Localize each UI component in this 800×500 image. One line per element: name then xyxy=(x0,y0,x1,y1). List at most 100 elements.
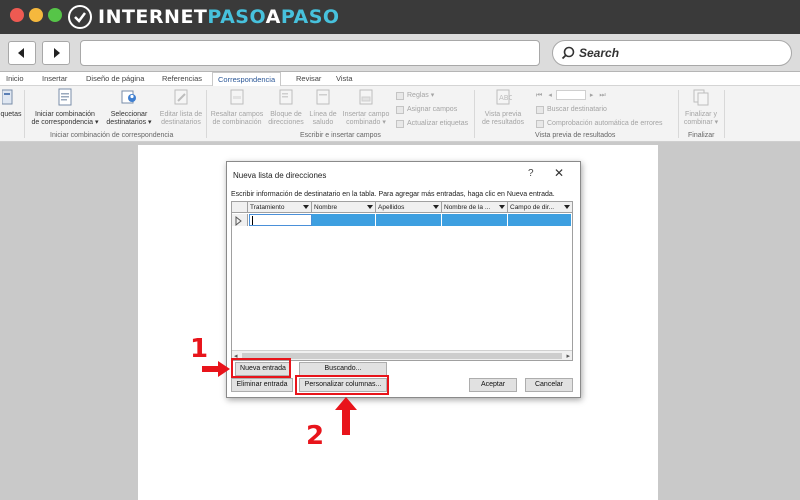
bloque-direcciones-button[interactable]: Bloque de direcciones xyxy=(265,88,307,127)
reglas-button[interactable]: Reglas ▾ xyxy=(396,91,434,100)
forward-button[interactable] xyxy=(42,41,70,65)
actualizar-etiquetas-button[interactable]: Actualizar etiquetas xyxy=(396,119,468,128)
logo-text: INTERNETPASOAPASO xyxy=(98,6,340,28)
tab-inicio[interactable]: Inicio xyxy=(6,72,24,86)
minimize-window-button[interactable] xyxy=(29,8,43,22)
record-number-field[interactable] xyxy=(555,90,586,100)
site-logo: INTERNETPASOAPASO xyxy=(68,4,340,30)
browser-navbar: Search xyxy=(0,34,800,72)
row-selector[interactable] xyxy=(232,214,248,227)
arrow-right-icon xyxy=(54,48,60,58)
finish-merge-icon xyxy=(693,89,709,106)
first-record-icon[interactable]: ⏮ xyxy=(536,91,542,100)
grid-corner xyxy=(232,202,248,213)
recipients-icon xyxy=(121,90,136,104)
search-bar[interactable]: Search xyxy=(552,40,792,66)
row-pointer-icon xyxy=(235,215,242,227)
finalizar-combinar-button[interactable]: Finalizar y combinar ▾ xyxy=(680,88,722,127)
tab-correspondencia[interactable]: Correspondencia xyxy=(212,72,282,87)
arrow-up-icon xyxy=(335,397,357,435)
match-fields-icon xyxy=(396,105,404,114)
grid-cell[interactable] xyxy=(376,214,442,226)
column-dropdown-icon xyxy=(433,205,439,209)
logo-check-icon xyxy=(68,5,92,29)
highlight-personalizar xyxy=(295,375,389,395)
editar-lista-button[interactable]: Editar lista de destinatarios xyxy=(155,88,207,127)
arrow-right-icon xyxy=(202,361,230,377)
grid-header: Tratamiento Nombre Apellidos Nombre de l… xyxy=(232,202,572,213)
greeting-line-icon xyxy=(316,89,330,105)
column-header[interactable]: Campo de dir... xyxy=(508,202,572,213)
document-merge-icon xyxy=(58,88,72,106)
rules-icon xyxy=(396,91,404,100)
group-label-finalizar: Finalizar xyxy=(688,132,715,139)
browser-titlebar: INTERNETPASOAPASO xyxy=(0,0,800,34)
back-button[interactable] xyxy=(8,41,36,65)
maximize-window-button[interactable] xyxy=(48,8,62,22)
group-label-escribir: Escribir e insertar campos xyxy=(300,132,381,139)
cancelar-button[interactable]: Cancelar xyxy=(525,378,573,392)
resaltar-campos-button[interactable]: Resaltar campos de combinación xyxy=(208,88,266,127)
preview-results-icon: ABC xyxy=(496,89,513,105)
column-header[interactable]: Nombre xyxy=(312,202,376,213)
aceptar-button[interactable]: Aceptar xyxy=(469,378,517,392)
tab-referencias[interactable]: Referencias xyxy=(162,72,202,86)
find-recipient-icon xyxy=(536,105,544,114)
seleccionar-destinatarios-button[interactable]: Seleccionar destinatarios ▾ xyxy=(100,88,158,127)
help-button[interactable]: ? xyxy=(528,168,534,179)
group-label-vista-previa: Vista previa de resultados xyxy=(535,132,616,139)
last-record-icon[interactable]: ⏭ xyxy=(599,91,605,100)
tab-diseno-pagina[interactable]: Diseño de página xyxy=(86,72,144,86)
asignar-campos-button[interactable]: Asignar campos xyxy=(396,105,457,114)
labels-icon xyxy=(1,89,13,105)
address-grid[interactable]: Tratamiento Nombre Apellidos Nombre de l… xyxy=(231,201,573,361)
address-block-icon xyxy=(279,89,293,105)
grid-cell[interactable] xyxy=(312,214,376,226)
vista-previa-button[interactable]: ABC Vista previa de resultados xyxy=(478,88,528,127)
grid-cell-active[interactable] xyxy=(249,214,312,226)
dialog-title: Nueva lista de direcciones xyxy=(233,171,327,180)
tab-vista[interactable]: Vista xyxy=(336,72,353,86)
column-dropdown-icon xyxy=(303,205,309,209)
comprobacion-errores-button[interactable]: Comprobación automática de errores xyxy=(536,119,663,128)
column-header[interactable]: Nombre de la ... xyxy=(442,202,508,213)
highlight-fields-icon xyxy=(230,89,244,105)
tab-insertar[interactable]: Insertar xyxy=(42,72,67,86)
insertar-campo-button[interactable]: Insertar campo combinado ▾ xyxy=(340,88,392,127)
iniciar-combinacion-button[interactable]: Iniciar combinación de correspondencia ▾ xyxy=(28,88,102,127)
arrow-left-icon xyxy=(18,48,24,58)
dialog-instructions: Escribir información de destinatario en … xyxy=(231,191,555,198)
edit-list-icon xyxy=(174,89,188,105)
column-dropdown-icon xyxy=(564,205,570,209)
close-dialog-button[interactable]: ✕ xyxy=(554,166,564,180)
next-record-icon[interactable]: ▸ xyxy=(590,91,594,100)
check-errors-icon xyxy=(536,119,544,128)
grid-cell[interactable] xyxy=(508,214,572,226)
group-label-iniciar: Iniciar combinación de correspondencia xyxy=(50,132,174,139)
buscar-destinatario-button[interactable]: Buscar destinatario xyxy=(536,105,607,114)
prev-record-icon[interactable]: ◂ xyxy=(548,91,552,100)
buscando-button[interactable]: Buscando... xyxy=(299,362,387,376)
close-window-button[interactable] xyxy=(10,8,24,22)
linea-saludo-button[interactable]: Línea de saludo xyxy=(305,88,341,127)
ribbon-tabs: Inicio Insertar Diseño de página Referen… xyxy=(0,72,800,87)
eliminar-entrada-button[interactable]: Eliminar entrada xyxy=(231,378,293,392)
update-labels-icon xyxy=(396,119,404,128)
etiquetas-button[interactable]: quetas xyxy=(0,88,22,119)
table-row[interactable] xyxy=(232,214,572,227)
highlight-nueva-entrada xyxy=(231,358,291,378)
svg-text:ABC: ABC xyxy=(499,94,512,102)
scroll-right-icon[interactable]: ▸ xyxy=(566,352,570,360)
tab-revisar[interactable]: Revisar xyxy=(296,72,321,86)
column-dropdown-icon xyxy=(499,205,505,209)
url-bar[interactable] xyxy=(80,40,540,66)
ribbon: quetas Iniciar combinación de correspond… xyxy=(0,86,800,142)
search-icon xyxy=(561,46,575,60)
grid-cell[interactable] xyxy=(442,214,508,226)
insert-field-icon xyxy=(359,89,373,105)
column-header[interactable]: Apellidos xyxy=(376,202,442,213)
column-header[interactable]: Tratamiento xyxy=(248,202,312,213)
record-navigation: ⏮ ◂ ▸ ⏭ xyxy=(536,90,606,100)
step-number-2: 2 xyxy=(306,421,325,451)
text-cursor xyxy=(252,216,253,225)
